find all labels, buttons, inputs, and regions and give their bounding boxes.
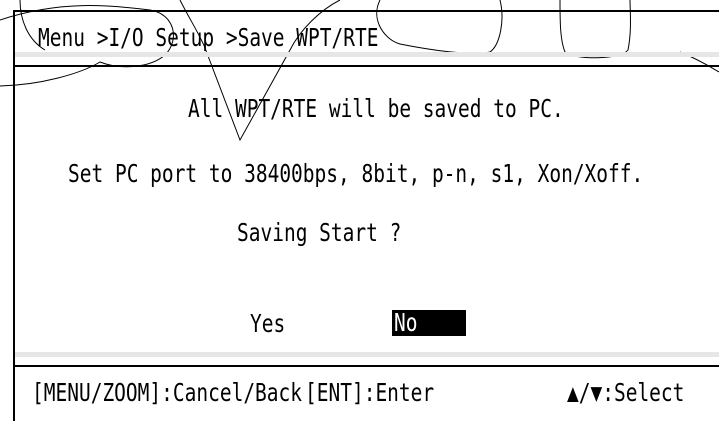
enter-hint: [ENT]:Enter bbox=[305, 378, 435, 407]
header-top-shade bbox=[15, 52, 719, 57]
breadcrumb: Menu >I/O Setup >Save WPT/RTE bbox=[38, 23, 379, 52]
cancel-back-hint: [MENU/ZOOM]:Cancel/Back bbox=[32, 378, 303, 407]
saving-start-prompt: Saving Start ? bbox=[237, 218, 402, 247]
footer-divider bbox=[15, 365, 719, 367]
select-hint: ▲/▼:Select bbox=[567, 378, 685, 407]
no-option[interactable]: No bbox=[392, 310, 466, 336]
port-settings-text: Set PC port to 38400bps, 8bit, p-n, s1, … bbox=[68, 159, 644, 188]
dialog-screen bbox=[13, 10, 719, 421]
footer-shade bbox=[15, 352, 719, 357]
yes-option-label: Yes bbox=[250, 309, 286, 338]
yes-option[interactable]: Yes bbox=[250, 309, 295, 338]
header-divider bbox=[15, 65, 719, 67]
save-info-text: All WPT/RTE will be saved to PC. bbox=[188, 94, 564, 123]
no-option-label: No bbox=[394, 310, 418, 336]
